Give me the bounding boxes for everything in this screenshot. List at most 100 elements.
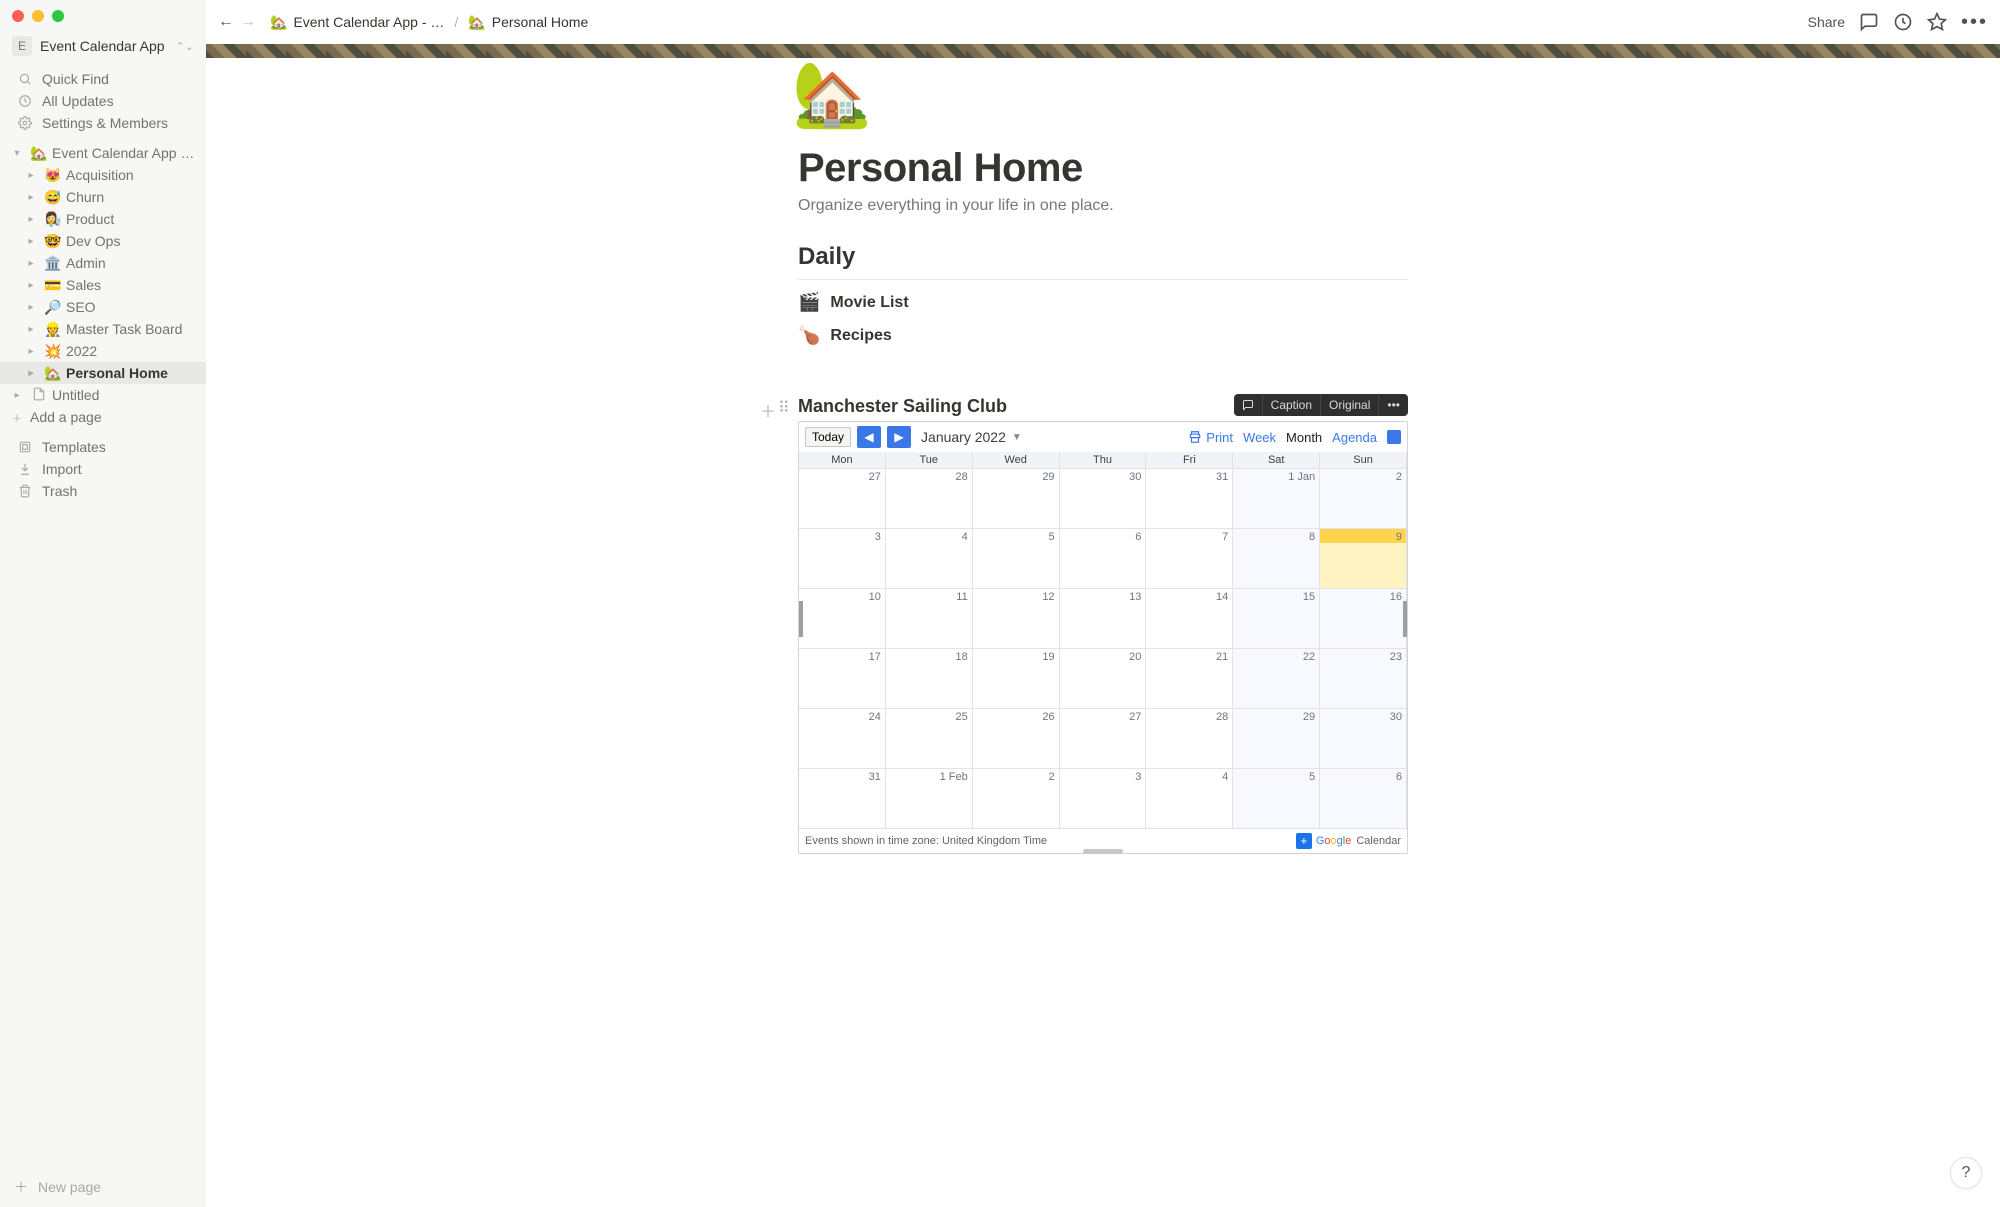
view-agenda[interactable]: Agenda	[1332, 430, 1377, 445]
favorite-icon[interactable]	[1927, 12, 1947, 32]
today-button[interactable]: Today	[805, 427, 851, 447]
calendar-cell[interactable]: 4	[886, 529, 973, 588]
section-heading[interactable]: Daily	[798, 243, 1408, 275]
chevron-right-icon[interactable]: ▸	[22, 298, 40, 316]
page-cover[interactable]	[206, 44, 2000, 58]
comments-icon[interactable]	[1859, 12, 1879, 32]
chevron-down-icon[interactable]: ▾	[8, 144, 26, 162]
tree-item[interactable]: ▸ 🤓 Dev Ops	[0, 230, 206, 252]
calendar-cell[interactable]: 14	[1146, 589, 1233, 648]
share-button[interactable]: Share	[1808, 14, 1845, 30]
calendar-cell[interactable]: 6	[1060, 529, 1147, 588]
calendar-cell[interactable]: 27	[1060, 709, 1147, 768]
calendar-cell[interactable]: 13	[1060, 589, 1147, 648]
resize-handle-left[interactable]	[799, 601, 803, 637]
embed-more-button[interactable]: •••	[1379, 394, 1408, 416]
embed-caption-button[interactable]: Caption	[1263, 394, 1321, 416]
all-updates[interactable]: All Updates	[4, 90, 202, 112]
drag-handle-icon[interactable]: ⠿	[778, 398, 790, 422]
calendar-cell[interactable]: 12	[973, 589, 1060, 648]
tree-item[interactable]: ▸ 🏛️ Admin	[0, 252, 206, 274]
calendar-cell[interactable]: 2	[973, 769, 1060, 828]
calendar-cell[interactable]: 28	[886, 469, 973, 528]
calendar-cell[interactable]: 2	[1320, 469, 1407, 528]
view-dropdown-icon[interactable]: ▼	[1387, 430, 1401, 444]
minimize-window[interactable]	[32, 10, 44, 22]
calendar-cell[interactable]: 8	[1233, 529, 1320, 588]
google-calendar-link[interactable]: + GoogleCalendar	[1296, 833, 1401, 849]
calendar-cell[interactable]: 9	[1320, 529, 1407, 588]
calendar-cell[interactable]: 6	[1320, 769, 1407, 828]
embed-original-button[interactable]: Original	[1321, 394, 1379, 416]
view-week[interactable]: Week	[1243, 430, 1276, 445]
calendar-cell[interactable]: 18	[886, 649, 973, 708]
import[interactable]: Import	[4, 458, 202, 480]
tree-item[interactable]: ▸ 😅 Churn	[0, 186, 206, 208]
trash[interactable]: Trash	[4, 480, 202, 502]
chevron-right-icon[interactable]: ▸	[22, 166, 40, 184]
breadcrumb-current[interactable]: 🏡 Personal Home	[464, 12, 592, 33]
tree-item[interactable]: ▸ 💳 Sales	[0, 274, 206, 296]
help-button[interactable]: ?	[1950, 1157, 1982, 1189]
calendar-cell[interactable]: 16	[1320, 589, 1407, 648]
calendar-cell[interactable]: 27	[799, 469, 886, 528]
calendar-cell[interactable]: 24	[799, 709, 886, 768]
page-title[interactable]: Personal Home	[798, 146, 1408, 191]
close-window[interactable]	[12, 10, 24, 22]
calendar-cell[interactable]: 15	[1233, 589, 1320, 648]
chevron-right-icon[interactable]: ▸	[22, 232, 40, 250]
calendar-cell[interactable]: 3	[1060, 769, 1147, 828]
chevron-down-icon[interactable]: ▼	[1012, 432, 1022, 443]
chevron-right-icon[interactable]: ▸	[22, 276, 40, 294]
updates-icon[interactable]	[1893, 12, 1913, 32]
calendar-cell[interactable]: 29	[973, 469, 1060, 528]
nav-back[interactable]: ←	[218, 13, 234, 31]
print-button[interactable]: Print	[1188, 430, 1233, 445]
page-icon[interactable]: 🏡	[792, 62, 1408, 126]
calendar-cell[interactable]: 31	[1146, 469, 1233, 528]
page-subtitle[interactable]: Organize everything in your life in one …	[798, 197, 1408, 215]
calendar-cell[interactable]: 11	[886, 589, 973, 648]
tree-item[interactable]: ▸ 🔎 SEO	[0, 296, 206, 318]
tree-item[interactable]: ▸ 😻 Acquisition	[0, 164, 206, 186]
chevron-right-icon[interactable]: ▸	[22, 342, 40, 360]
chevron-right-icon[interactable]: ▸	[22, 210, 40, 228]
resize-handle-right[interactable]	[1403, 601, 1407, 637]
calendar-cell[interactable]: 7	[1146, 529, 1233, 588]
calendar-cell[interactable]: 1 Jan	[1233, 469, 1320, 528]
calendar-cell[interactable]: 19	[973, 649, 1060, 708]
resize-handle[interactable]	[1083, 849, 1123, 854]
calendar-cell[interactable]: 25	[886, 709, 973, 768]
chevron-right-icon[interactable]: ▸	[8, 386, 26, 404]
embed-comment-button[interactable]	[1234, 394, 1263, 416]
calendar-cell[interactable]: 31	[799, 769, 886, 828]
breadcrumb-root[interactable]: 🏡 Event Calendar App - …	[266, 12, 448, 33]
workspace-switcher[interactable]: E Event Calendar App ⌃⌄	[0, 32, 206, 66]
add-block-icon[interactable]: ＋	[760, 398, 776, 422]
calendar-cell[interactable]: 17	[799, 649, 886, 708]
quick-find[interactable]: Quick Find	[4, 68, 202, 90]
calendar-cell[interactable]: 5	[1233, 769, 1320, 828]
new-page-button[interactable]: ＋ New page	[0, 1166, 206, 1207]
next-month-button[interactable]: ▶	[887, 426, 911, 448]
tree-item[interactable]: ▸ 👷 Master Task Board	[0, 318, 206, 340]
tree-item-untitled[interactable]: ▸ Untitled	[0, 384, 206, 406]
chevron-right-icon[interactable]: ▸	[22, 254, 40, 272]
page-link[interactable]: 🍗 Recipes	[798, 325, 1408, 346]
zoom-window[interactable]	[52, 10, 64, 22]
page-link[interactable]: 🎬 Movie List	[798, 292, 1408, 313]
calendar-cell[interactable]: 20	[1060, 649, 1147, 708]
view-month[interactable]: Month	[1286, 430, 1322, 445]
prev-month-button[interactable]: ◀	[857, 426, 881, 448]
calendar-cell[interactable]: 10	[799, 589, 886, 648]
chevron-right-icon[interactable]: ▸	[22, 320, 40, 338]
calendar-cell[interactable]: 22	[1233, 649, 1320, 708]
chevron-right-icon[interactable]: ▸	[22, 188, 40, 206]
add-page[interactable]: ＋ Add a page	[0, 406, 206, 428]
calendar-cell[interactable]: 28	[1146, 709, 1233, 768]
tree-item[interactable]: ▸ 👩‍🔬 Product	[0, 208, 206, 230]
calendar-cell[interactable]: 30	[1060, 469, 1147, 528]
more-icon[interactable]: •••	[1961, 11, 1988, 34]
settings-members[interactable]: Settings & Members	[4, 112, 202, 134]
calendar-cell[interactable]: 1 Feb	[886, 769, 973, 828]
